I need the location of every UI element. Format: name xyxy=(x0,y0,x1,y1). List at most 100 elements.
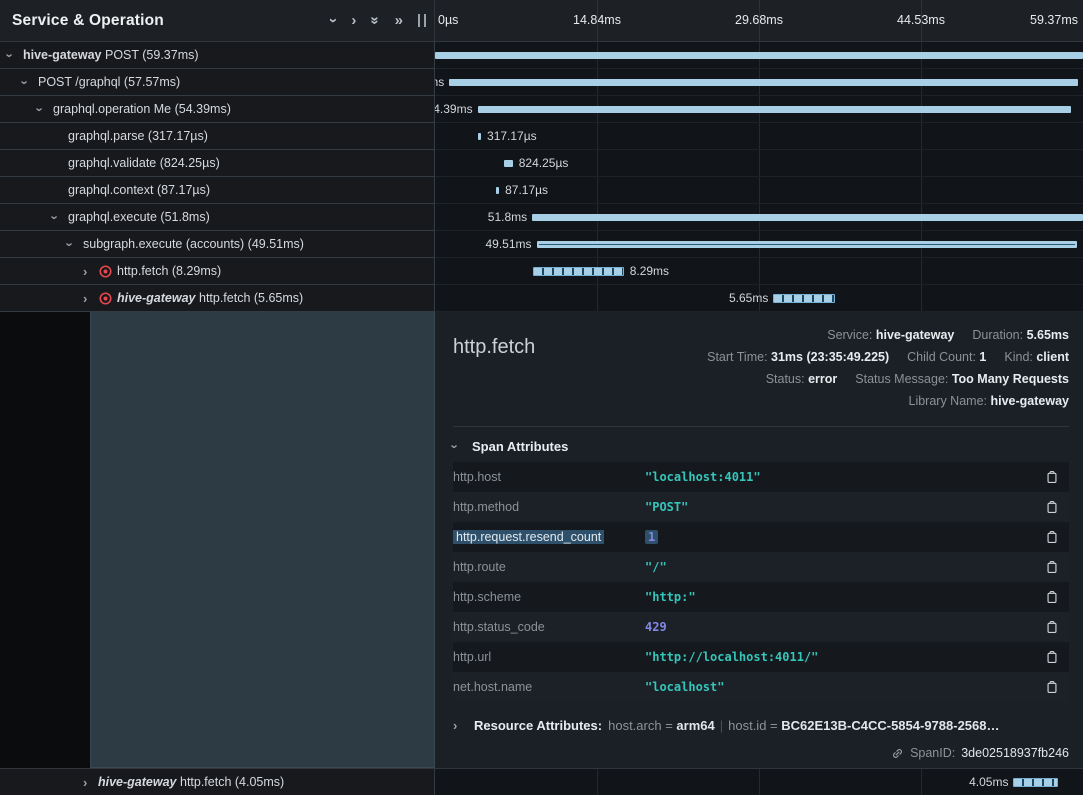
tree-header-controls: › › » » xyxy=(331,13,426,28)
double-chevron-down-icon[interactable]: » xyxy=(371,13,379,28)
span-timeline-cell[interactable]: 4.05ms xyxy=(435,769,1083,795)
chevron-right-icon: › xyxy=(453,718,468,733)
span-timeline-cell[interactable]: 5.65ms xyxy=(435,285,1083,312)
span-bar[interactable] xyxy=(496,187,499,194)
span-timeline-cell[interactable]: 54.39ms xyxy=(435,96,1083,123)
span-row[interactable]: › hive-gateway http.fetch (5.65ms) 5.65ms xyxy=(0,285,1083,312)
attribute-key: net.host.name xyxy=(453,680,645,694)
span-row[interactable]: ›hive-gateway POST (59.37ms) xyxy=(0,42,1083,69)
span-row[interactable]: graphql.parse (317.17µs) 317.17µs xyxy=(0,123,1083,150)
attribute-row[interactable]: http.method"POST" xyxy=(453,492,1069,522)
copy-icon xyxy=(1045,680,1059,694)
chevron-down-icon[interactable]: › xyxy=(53,210,68,225)
span-bar[interactable] xyxy=(537,241,1077,248)
attribute-value: "/" xyxy=(645,560,1043,574)
span-row[interactable]: ›POST /graphql (57.57ms)57.57ms xyxy=(0,69,1083,96)
span-bar[interactable] xyxy=(1013,778,1057,787)
attribute-row[interactable]: http.host"localhost:4011" xyxy=(453,462,1069,492)
timeline-gridline xyxy=(921,123,922,149)
span-tree-cell[interactable]: ›hive-gateway POST (59.37ms) xyxy=(0,42,435,69)
span-row[interactable]: ›http.fetch (8.29ms)8.29ms xyxy=(0,258,1083,285)
span-timeline-cell[interactable]: 57.57ms xyxy=(435,69,1083,96)
span-rows: ›hive-gateway POST (59.37ms)›POST /graph… xyxy=(0,42,1083,312)
span-timeline-cell[interactable]: 317.17µs xyxy=(435,123,1083,150)
chevron-down-icon[interactable]: › xyxy=(38,102,53,117)
span-timeline-cell[interactable]: 49.51ms xyxy=(435,231,1083,258)
copy-button[interactable] xyxy=(1043,678,1061,696)
span-row[interactable]: graphql.validate (824.25µs)824.25µs xyxy=(0,150,1083,177)
span-bar[interactable] xyxy=(435,52,1083,59)
span-timeline-cell[interactable] xyxy=(435,42,1083,69)
span-meta: Service: hive-gatewayDuration: 5.65msSta… xyxy=(707,324,1069,412)
span-tree-cell[interactable]: ›graphql.execute (51.8ms) xyxy=(0,204,435,231)
resource-attributes-title: Resource Attributes: xyxy=(474,718,602,733)
span-attributes-header[interactable]: › Span Attributes xyxy=(453,439,1069,454)
copy-button[interactable] xyxy=(1043,498,1061,516)
attribute-row[interactable]: http.status_code429 xyxy=(453,612,1069,642)
span-bar[interactable] xyxy=(773,294,835,303)
chevron-right-icon[interactable]: › xyxy=(83,775,98,790)
span-row[interactable]: ›graphql.operation Me (54.39ms)54.39ms xyxy=(0,96,1083,123)
duration-label: 87.17µs xyxy=(505,183,548,197)
span-tree-cell[interactable]: graphql.validate (824.25µs) xyxy=(0,150,435,177)
span-tree-cell[interactable]: graphql.context (87.17µs) xyxy=(0,177,435,204)
span-tree-cell[interactable]: ›hive-gateway http.fetch (4.05ms) xyxy=(0,769,435,795)
panel-resize-handle[interactable] xyxy=(418,14,426,27)
resource-attributes[interactable]: › Resource Attributes: host.arch = arm64… xyxy=(453,718,1069,733)
span-bar[interactable] xyxy=(478,133,481,140)
chevron-down-icon[interactable]: › xyxy=(68,237,83,252)
link-icon[interactable] xyxy=(891,747,904,760)
chevron-down-icon[interactable]: › xyxy=(23,75,38,90)
attribute-row[interactable]: http.route"/" xyxy=(453,552,1069,582)
span-row[interactable]: ›graphql.execute (51.8ms) 51.8ms xyxy=(0,204,1083,231)
attribute-row[interactable]: http.url"http://localhost:4011/" xyxy=(453,642,1069,672)
chevron-right-icon[interactable]: › xyxy=(351,13,356,28)
copy-button[interactable] xyxy=(1043,588,1061,606)
span-row[interactable]: graphql.context (87.17µs) 87.17µs xyxy=(0,177,1083,204)
attribute-value: "localhost:4011" xyxy=(645,470,1043,484)
duration-label: 51.8ms xyxy=(488,210,527,224)
span-tree-cell[interactable]: › hive-gateway http.fetch (5.65ms) xyxy=(0,285,435,312)
span-row[interactable]: ›subgraph.execute (accounts) (49.51ms)49… xyxy=(0,231,1083,258)
span-tree-cell[interactable]: ›http.fetch (8.29ms) xyxy=(0,258,435,285)
timeline-gridline xyxy=(759,150,760,176)
span-bar[interactable] xyxy=(504,160,513,167)
span-bar[interactable] xyxy=(478,106,1072,113)
span-bar[interactable] xyxy=(533,267,623,276)
span-tree-cell[interactable]: ›POST /graphql (57.57ms) xyxy=(0,69,435,96)
expanded-children-area[interactable] xyxy=(90,312,435,768)
meta-line: Service: hive-gatewayDuration: 5.65ms xyxy=(707,324,1069,346)
copy-icon xyxy=(1045,470,1059,484)
meta-pair: Duration: 5.65ms xyxy=(972,328,1069,342)
attribute-row[interactable]: http.request.resend_count1 xyxy=(453,522,1069,552)
double-chevron-right-icon[interactable]: » xyxy=(395,13,403,28)
span-tree-cell[interactable]: ›graphql.operation Me (54.39ms) xyxy=(0,96,435,123)
span-timeline-cell[interactable]: 87.17µs xyxy=(435,177,1083,204)
chevron-down-icon[interactable]: › xyxy=(331,13,336,28)
attribute-key: http.url xyxy=(453,650,645,664)
copy-button[interactable] xyxy=(1043,618,1061,636)
span-bar[interactable] xyxy=(449,79,1077,86)
copy-button[interactable] xyxy=(1043,468,1061,486)
attribute-row[interactable]: http.scheme"http:" xyxy=(453,582,1069,612)
chevron-right-icon[interactable]: › xyxy=(83,291,98,306)
span-bar[interactable] xyxy=(532,214,1083,221)
span-tree-cell[interactable]: graphql.parse (317.17µs) xyxy=(0,123,435,150)
span-timeline-cell[interactable]: 51.8ms xyxy=(435,204,1083,231)
copy-button[interactable] xyxy=(1043,648,1061,666)
span-label: hive-gateway http.fetch (5.65ms) xyxy=(117,291,303,305)
copy-button[interactable] xyxy=(1043,528,1061,546)
span-timeline-cell[interactable]: 824.25µs xyxy=(435,150,1083,177)
span-tree-cell[interactable]: ›subgraph.execute (accounts) (49.51ms) xyxy=(0,231,435,258)
detail-header: http.fetch Service: hive-gatewayDuration… xyxy=(453,324,1069,412)
ruler-tick-line xyxy=(597,0,598,41)
attribute-row[interactable]: net.host.name"localhost" xyxy=(453,672,1069,702)
chevron-down-icon[interactable]: › xyxy=(8,48,23,63)
timeline-gridline xyxy=(921,285,922,311)
copy-button[interactable] xyxy=(1043,558,1061,576)
span-label: graphql.parse (317.17µs) xyxy=(68,129,208,143)
span-row[interactable]: ›hive-gateway http.fetch (4.05ms)4.05ms xyxy=(0,769,1083,795)
attribute-value: 429 xyxy=(645,620,1043,634)
chevron-right-icon[interactable]: › xyxy=(83,264,98,279)
span-timeline-cell[interactable]: 8.29ms xyxy=(435,258,1083,285)
